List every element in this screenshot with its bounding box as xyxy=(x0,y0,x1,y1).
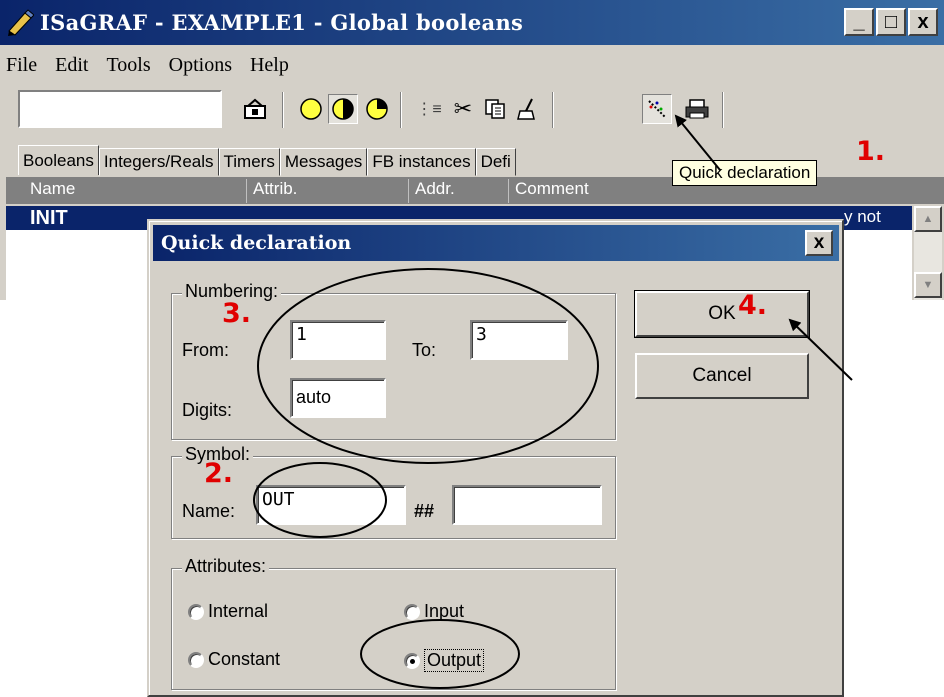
toolbar-separator xyxy=(282,92,284,128)
app-pencil-icon xyxy=(8,8,34,36)
yellow-circle-icon[interactable] xyxy=(296,94,326,124)
toolbar-separator xyxy=(552,92,554,128)
attributes-group: Attributes: Internal Input Constant Outp… xyxy=(171,556,616,690)
half-circle-icon[interactable] xyxy=(328,94,358,124)
maximize-button[interactable]: □ xyxy=(876,8,906,36)
cancel-button[interactable]: Cancel xyxy=(635,353,809,399)
menu-bar: File Edit Tools Options Help xyxy=(0,46,944,84)
radio-output-label: Output xyxy=(424,649,485,672)
radio-checked-icon xyxy=(404,652,420,669)
print-icon[interactable] xyxy=(682,94,712,124)
menu-edit[interactable]: Edit xyxy=(55,54,88,77)
symbol-suffix-field[interactable] xyxy=(452,485,602,525)
separator-label: ## xyxy=(414,501,435,521)
tab-defined[interactable]: Defi xyxy=(475,148,516,176)
ok-button[interactable]: OK xyxy=(634,290,810,338)
radio-circle-icon xyxy=(188,603,204,620)
symbol-name-field[interactable]: OUT xyxy=(256,485,406,525)
symbol-group: Symbol: Name: OUT ## xyxy=(171,444,616,539)
column-addr[interactable]: Addr. xyxy=(408,179,455,203)
toolbar-combo-field[interactable] xyxy=(18,90,222,128)
from-field[interactable]: 1 xyxy=(290,320,386,360)
tab-fb-instances[interactable]: FB instances xyxy=(367,148,476,176)
step-3-annotation: 3. xyxy=(222,298,252,329)
tab-booleans[interactable]: Booleans xyxy=(18,145,99,175)
title-bar[interactable]: ISaGRAF - EXAMPLE1 - Global booleans _ □… xyxy=(0,0,944,45)
cut-icon[interactable]: ✂ xyxy=(448,94,478,124)
step-2-annotation: 2. xyxy=(204,458,234,489)
radio-internal[interactable]: Internal xyxy=(188,601,268,622)
pie-icon[interactable] xyxy=(362,94,392,124)
quick-declaration-icon[interactable] xyxy=(642,94,672,124)
scroll-down-icon[interactable]: ▼ xyxy=(914,272,942,298)
name-label: Name: xyxy=(182,501,236,521)
tab-integers-reals[interactable]: Integers/Reals xyxy=(98,148,219,176)
row-name-cell: INIT xyxy=(30,207,68,229)
radio-input-label: Input xyxy=(424,601,465,621)
radio-circle-icon xyxy=(404,603,420,620)
digits-label: Digits: xyxy=(182,400,233,420)
dialog-title-bar[interactable]: Quick declaration x xyxy=(153,225,839,261)
window-controls: _ □ x xyxy=(844,8,938,36)
quick-declaration-tooltip: Quick declaration xyxy=(672,160,818,186)
scroll-up-icon[interactable]: ▲ xyxy=(914,206,942,232)
copy-icon[interactable] xyxy=(480,94,510,124)
row-comment-cell: y not xyxy=(844,207,881,226)
tab-timers[interactable]: Timers xyxy=(218,148,280,176)
tab-messages[interactable]: Messages xyxy=(279,148,368,176)
menu-options[interactable]: Options xyxy=(169,54,232,77)
broom-icon[interactable] xyxy=(512,94,542,124)
attributes-label: Attributes: xyxy=(182,556,270,577)
to-field[interactable]: 3 xyxy=(470,320,568,360)
minimize-button[interactable]: _ xyxy=(844,8,874,36)
column-comment[interactable]: Comment xyxy=(508,179,589,203)
dialog-close-button[interactable]: x xyxy=(805,230,833,256)
toolbar-separator xyxy=(722,92,724,128)
column-attrib[interactable]: Attrib. xyxy=(246,179,297,203)
window-title: ISaGRAF - EXAMPLE1 - Global booleans xyxy=(40,10,524,35)
close-button[interactable]: x xyxy=(908,8,938,36)
open-icon[interactable] xyxy=(240,94,270,124)
vertical-scrollbar[interactable]: ▲ ▼ xyxy=(914,206,942,300)
menu-file[interactable]: File xyxy=(6,54,37,77)
radio-constant[interactable]: Constant xyxy=(188,649,280,670)
declare-icon[interactable]: ⋮≡ xyxy=(414,94,444,124)
radio-input[interactable]: Input xyxy=(404,601,464,622)
radio-constant-label: Constant xyxy=(208,649,281,669)
menu-tools[interactable]: Tools xyxy=(106,54,150,77)
column-name[interactable]: Name xyxy=(24,179,75,203)
step-1-annotation: 1. xyxy=(856,136,886,167)
tab-strip: Booleans Integers/Reals Timers Messages … xyxy=(18,145,516,176)
radio-internal-label: Internal xyxy=(208,601,269,621)
toolbar-separator xyxy=(400,92,402,128)
menu-help[interactable]: Help xyxy=(250,54,289,77)
step-4-annotation: 4. xyxy=(738,290,768,321)
dialog-title: Quick declaration xyxy=(161,232,352,254)
radio-output[interactable]: Output xyxy=(404,649,485,672)
radio-circle-icon xyxy=(188,651,204,668)
digits-field[interactable]: auto xyxy=(290,378,386,418)
to-label: To: xyxy=(412,340,437,360)
toolbar: ⋮≡ ✂ xyxy=(0,86,944,134)
from-label: From: xyxy=(182,340,229,360)
